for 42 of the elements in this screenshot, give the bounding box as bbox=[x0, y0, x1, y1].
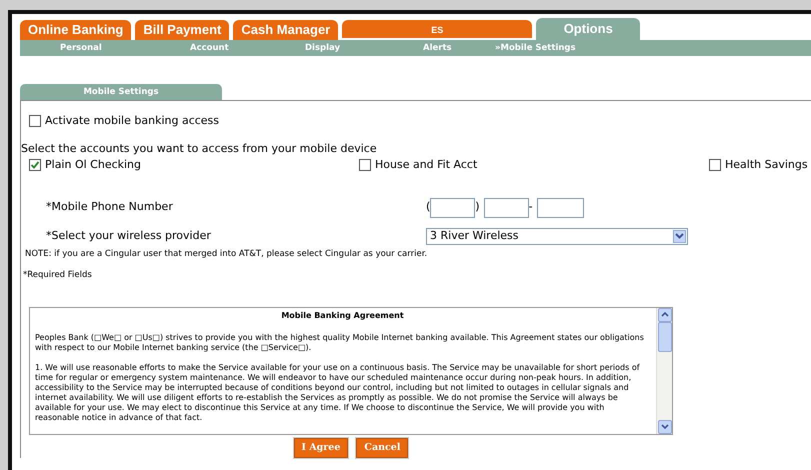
required-fields-note: *Required Fields bbox=[23, 269, 92, 282]
section-tab[interactable]: Mobile Settings bbox=[20, 84, 222, 100]
subnav-link[interactable]: Alerts bbox=[423, 40, 452, 56]
checkbox-label: House and Fit Acct bbox=[375, 157, 478, 173]
paren-text: ) bbox=[475, 199, 480, 216]
cancel-button[interactable]: Cancel bbox=[356, 438, 408, 458]
checkbox-label: Activate mobile banking access bbox=[45, 113, 220, 129]
dropdown-value: 3 River Wireless bbox=[430, 228, 519, 244]
scroll-thumb[interactable] bbox=[658, 322, 672, 352]
tab[interactable]: ES bbox=[342, 20, 532, 40]
area-code-field[interactable] bbox=[430, 198, 476, 218]
provider-dropdown[interactable]: 3 River Wireless bbox=[426, 228, 688, 244]
agreement-title: Mobile Banking Agreement bbox=[280, 310, 405, 320]
tab[interactable]: Cash Manager bbox=[233, 20, 338, 40]
agreement-box[interactable] bbox=[29, 306, 673, 434]
subnav-link[interactable]: Display bbox=[305, 40, 340, 56]
accounts-prompt: Select the accounts you want to access from your mobile device bbox=[21, 140, 377, 156]
checkbox-label: Plain Ol Checking bbox=[45, 157, 142, 173]
scrollbar[interactable] bbox=[656, 308, 672, 434]
phone-prefix-field[interactable] bbox=[484, 198, 529, 218]
tab[interactable]: Options bbox=[536, 18, 640, 40]
paren-text: ( bbox=[426, 199, 430, 216]
note-text: NOTE: if you are a Cingular user that merged into AT&T, please select Cingular as your carrier. bbox=[25, 248, 428, 260]
agreement-paragraph: Peoples Bank (□We□ or □Us□) strives to provide you with the highest quality Mobile Internet banking available. This Agreement states our obligations with respect to our Mobile Internet banking service (the □Service□). bbox=[35, 332, 645, 352]
agreement-paragraph: 1. We will use reasonable efforts to make the Service available for your use on a continuous basis. The Service may be unavailable for short periods of time for regular or emergency system maintenance. We will endeavor to have our scheduled maintenance occur during non-peak hours. In addition, accessibility to the Service may be interrupted because of conditions beyond our control, including but not limited to outages in cellular signals and internet availability. We will use diligent efforts to re-establish the Services as promptly as possible. We do not promise the Service will always be available for your use. We may elect to discontinue this Service at any time. If We choose to discontinue the Service, We will provide you with reasonable notice in advance of that fact. bbox=[35, 362, 641, 422]
tab[interactable]: Bill Payment bbox=[135, 20, 230, 40]
checkbox[interactable] bbox=[359, 159, 371, 172]
dash-text: - bbox=[528, 199, 533, 216]
phone-label: *Mobile Phone Number bbox=[46, 199, 174, 216]
subnav-link[interactable]: »Mobile Settings bbox=[495, 40, 576, 56]
subnav-link[interactable]: Personal bbox=[60, 40, 102, 56]
subnav-link[interactable]: Account bbox=[190, 40, 229, 56]
checkbox[interactable] bbox=[29, 115, 41, 128]
agree-button[interactable]: I Agree bbox=[294, 438, 348, 458]
checkbox[interactable] bbox=[709, 159, 721, 172]
scroll-down-icon[interactable] bbox=[658, 420, 672, 434]
checkbox[interactable] bbox=[29, 159, 41, 172]
scroll-up-icon[interactable] bbox=[658, 308, 672, 322]
provider-label: *Select your wireless provider bbox=[46, 228, 212, 244]
phone-line-field[interactable] bbox=[536, 198, 584, 218]
tab[interactable]: Online Banking bbox=[20, 20, 132, 40]
checkbox-label: Health Savings bbox=[725, 157, 808, 173]
